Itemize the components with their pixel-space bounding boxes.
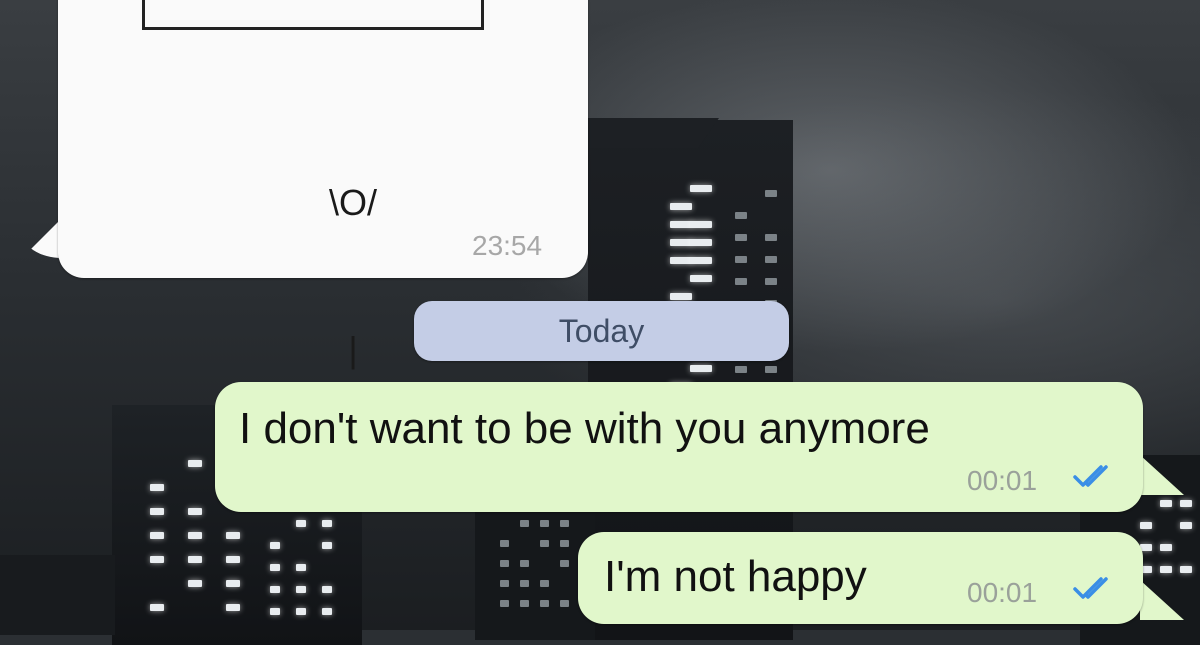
message-time: 00:01: [967, 465, 1038, 496]
building-window: [690, 365, 712, 372]
building-window: [735, 366, 747, 373]
building-window: [735, 212, 747, 219]
building-window: [690, 185, 712, 192]
building-window: [1180, 566, 1192, 573]
ascii-art-line: \O/: [328, 182, 377, 223]
building-window: [690, 257, 712, 264]
building-window: [670, 221, 692, 228]
building-window: [690, 239, 712, 246]
message-text: I'm not happy: [604, 552, 867, 601]
building-window: [1160, 500, 1172, 507]
building-window: [765, 278, 777, 285]
building-window: [735, 256, 747, 263]
building-window: [765, 234, 777, 241]
building-window: [690, 221, 712, 228]
building-window: [670, 293, 692, 300]
building-window: [735, 234, 747, 241]
message-text: I don't want to be with you anymore: [239, 404, 930, 453]
ascii-art-frame: [142, 0, 484, 30]
building-window: [1160, 544, 1172, 551]
building-window: [735, 278, 747, 285]
incoming-message-time: 23:54: [472, 230, 543, 261]
outgoing-message-bubble[interactable]: I don't want to be with you anymore 00:0…: [215, 382, 1143, 512]
building-window: [1160, 566, 1172, 573]
building-window: [765, 256, 777, 263]
building-window: [670, 257, 692, 264]
building-window: [765, 366, 777, 373]
message-time: 00:01: [967, 577, 1038, 608]
double-check-read-icon: [1073, 577, 1108, 599]
building-window: [1180, 522, 1192, 529]
building-window: [670, 239, 692, 246]
building-window: [1180, 500, 1192, 507]
incoming-message-bubble[interactable]: \O/ | / \ 23:54: [58, 0, 588, 517]
building-window: [690, 275, 712, 282]
building-window: [765, 190, 777, 197]
building-far-left: [0, 555, 115, 635]
double-check-read-icon: [1073, 465, 1108, 487]
outgoing-message-bubble[interactable]: I'm not happy 00:01: [578, 532, 1143, 624]
building-window: [670, 203, 692, 210]
building-window: [1140, 522, 1152, 529]
date-divider: Today: [414, 301, 789, 361]
